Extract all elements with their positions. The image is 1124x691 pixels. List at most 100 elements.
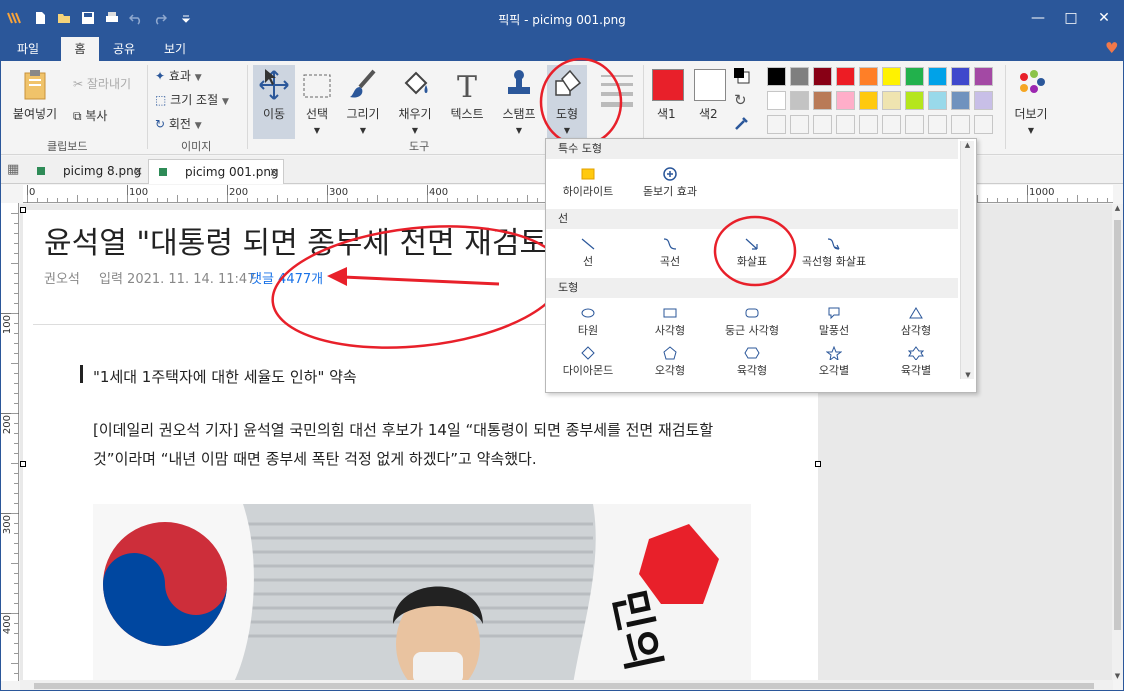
resize-handle[interactable] xyxy=(20,207,26,213)
magnify-item[interactable]: 돋보기 효과 xyxy=(630,167,710,199)
resize-handle[interactable] xyxy=(815,461,821,467)
curved-arrow-item[interactable]: 곡선형 화살표 xyxy=(794,237,874,269)
hexagon-item[interactable]: 육각형 xyxy=(712,346,792,378)
empty-palette-swatch[interactable] xyxy=(951,115,970,134)
scroll-down-icon[interactable]: ▼ xyxy=(1112,672,1123,680)
palette-swatch[interactable] xyxy=(905,67,924,86)
doc-tab-picimg-8[interactable]: picimg 8.png × xyxy=(27,159,147,184)
fill-tool-button[interactable]: 채우기 ▼ xyxy=(393,65,437,135)
copy-button[interactable]: ⧉ 복사 xyxy=(73,107,107,124)
palette-swatch[interactable] xyxy=(767,91,786,110)
cut-button[interactable]: ✂ 잘라내기 xyxy=(73,75,131,92)
palette-swatch[interactable] xyxy=(790,67,809,86)
vertical-scrollbar[interactable]: ▲ ▼ xyxy=(1112,204,1123,680)
red-ellipse-annotation[interactable] xyxy=(267,213,570,361)
empty-palette-swatch[interactable] xyxy=(974,115,993,134)
paste-button[interactable]: 붙여넣기 xyxy=(7,65,63,135)
empty-palette-swatch[interactable] xyxy=(813,115,832,134)
palette-swatch[interactable] xyxy=(974,67,993,86)
highlight-item[interactable]: 하이라이트 xyxy=(548,167,628,199)
palette-swatch[interactable] xyxy=(767,67,786,86)
diamond-item[interactable]: 다이아몬드 xyxy=(548,346,628,378)
ellipse-item[interactable]: 타원 xyxy=(548,306,628,338)
palette-swatch[interactable] xyxy=(859,67,878,86)
color2-swatch[interactable] xyxy=(694,69,726,101)
ruler-minor-tick xyxy=(14,323,18,324)
palette-swatch[interactable] xyxy=(836,91,855,110)
move-tool-button[interactable]: 이동 xyxy=(253,65,295,139)
color1-swatch[interactable] xyxy=(652,69,684,101)
brush-icon xyxy=(350,69,376,98)
empty-palette-swatch[interactable] xyxy=(859,115,878,134)
tab-file[interactable]: 파일 xyxy=(7,37,49,61)
grid-view-icon[interactable]: ▦ xyxy=(7,162,19,177)
stamp-tool-button[interactable]: 스탬프 ▼ xyxy=(497,65,541,135)
doc-tab-picimg-001[interactable]: picimg 001.png × xyxy=(148,159,284,184)
empty-palette-swatch[interactable] xyxy=(836,115,855,134)
resize-handle[interactable] xyxy=(20,461,26,467)
palette-swatch[interactable] xyxy=(951,67,970,86)
empty-palette-swatch[interactable] xyxy=(882,115,901,134)
line-item[interactable]: 선 xyxy=(548,237,628,269)
close-tab-icon[interactable]: × xyxy=(269,160,279,185)
effect-button[interactable]: ✦ 효과 ▼ xyxy=(155,67,202,84)
scrollbar-thumb[interactable] xyxy=(1114,220,1121,630)
palette-swatch[interactable] xyxy=(882,67,901,86)
rounded-rectangle-icon xyxy=(745,308,759,318)
tab-share[interactable]: 공유 xyxy=(105,37,143,61)
ruler-minor-tick xyxy=(137,198,138,202)
text-tool-button[interactable]: T 텍스트 xyxy=(445,65,489,135)
palette-swatch[interactable] xyxy=(813,67,832,86)
select-tool-button[interactable]: 선택 ▼ xyxy=(297,65,337,135)
horizontal-scrollbar[interactable] xyxy=(20,680,1113,690)
scroll-down-icon[interactable]: ▼ xyxy=(961,371,975,379)
more-colors-button[interactable]: 더보기 ▼ xyxy=(1011,65,1051,135)
maximize-button[interactable]: □ xyxy=(1054,1,1088,35)
palette-swatch[interactable] xyxy=(882,91,901,110)
palette-swatch[interactable] xyxy=(951,91,970,110)
scrollbar-thumb[interactable] xyxy=(34,683,1094,689)
ruler-tick-label: 100 xyxy=(2,315,13,335)
refresh-icon[interactable]: ↻ xyxy=(734,91,747,109)
rotate-button[interactable]: ↻ 회전 ▼ xyxy=(155,115,202,132)
swap-color-icon[interactable] xyxy=(733,67,751,85)
pentagram-item[interactable]: 오각별 xyxy=(794,346,874,378)
empty-palette-swatch[interactable] xyxy=(790,115,809,134)
rounded-rectangle-item[interactable]: 둥근 사각형 xyxy=(712,306,792,338)
eyedropper-icon[interactable] xyxy=(734,115,750,131)
minimize-button[interactable]: — xyxy=(1021,1,1055,35)
draw-tool-button[interactable]: 그리기 ▼ xyxy=(341,65,385,135)
palette-swatch[interactable] xyxy=(905,91,924,110)
triangle-item[interactable]: 삼각형 xyxy=(876,306,956,338)
ruler-tick-label: 200 xyxy=(2,415,13,435)
scroll-up-icon[interactable]: ▲ xyxy=(1112,204,1123,212)
empty-palette-swatch[interactable] xyxy=(767,115,786,134)
empty-palette-swatch[interactable] xyxy=(928,115,947,134)
tab-home[interactable]: 홈 xyxy=(61,37,99,61)
shape-tool-button[interactable]: 도형 ▼ xyxy=(547,65,587,139)
empty-palette-swatch[interactable] xyxy=(905,115,924,134)
scroll-up-icon[interactable]: ▲ xyxy=(961,141,974,149)
dropdown-scrollbar[interactable]: ▲ ▼ xyxy=(960,141,974,379)
palette-swatch[interactable] xyxy=(974,91,993,110)
close-tab-icon[interactable]: × xyxy=(133,159,143,184)
ruler-minor-tick xyxy=(14,673,18,674)
palette-swatch[interactable] xyxy=(928,91,947,110)
tab-view[interactable]: 보기 xyxy=(155,37,195,61)
resize-button[interactable]: ⬚ 크기 조절 ▼ xyxy=(155,91,229,108)
rectangle-item[interactable]: 사각형 xyxy=(630,306,710,338)
palette-swatch[interactable] xyxy=(790,91,809,110)
hexagram-item[interactable]: 육각별 xyxy=(876,346,956,378)
pentagon-item[interactable]: 오각형 xyxy=(630,346,710,378)
balloon-item[interactable]: 말풍선 xyxy=(794,306,874,338)
ruler-tick-label: 300 xyxy=(2,515,13,535)
palette-swatch[interactable] xyxy=(836,67,855,86)
curve-item[interactable]: 곡선 xyxy=(630,237,710,269)
line-width-button[interactable] xyxy=(599,71,635,111)
palette-swatch[interactable] xyxy=(928,67,947,86)
close-button[interactable]: ✕ xyxy=(1087,1,1121,35)
heart-icon[interactable]: ♥ xyxy=(1105,39,1118,57)
palette-swatch[interactable] xyxy=(813,91,832,110)
palette-swatch[interactable] xyxy=(859,91,878,110)
red-arrow-annotation[interactable] xyxy=(342,275,500,286)
